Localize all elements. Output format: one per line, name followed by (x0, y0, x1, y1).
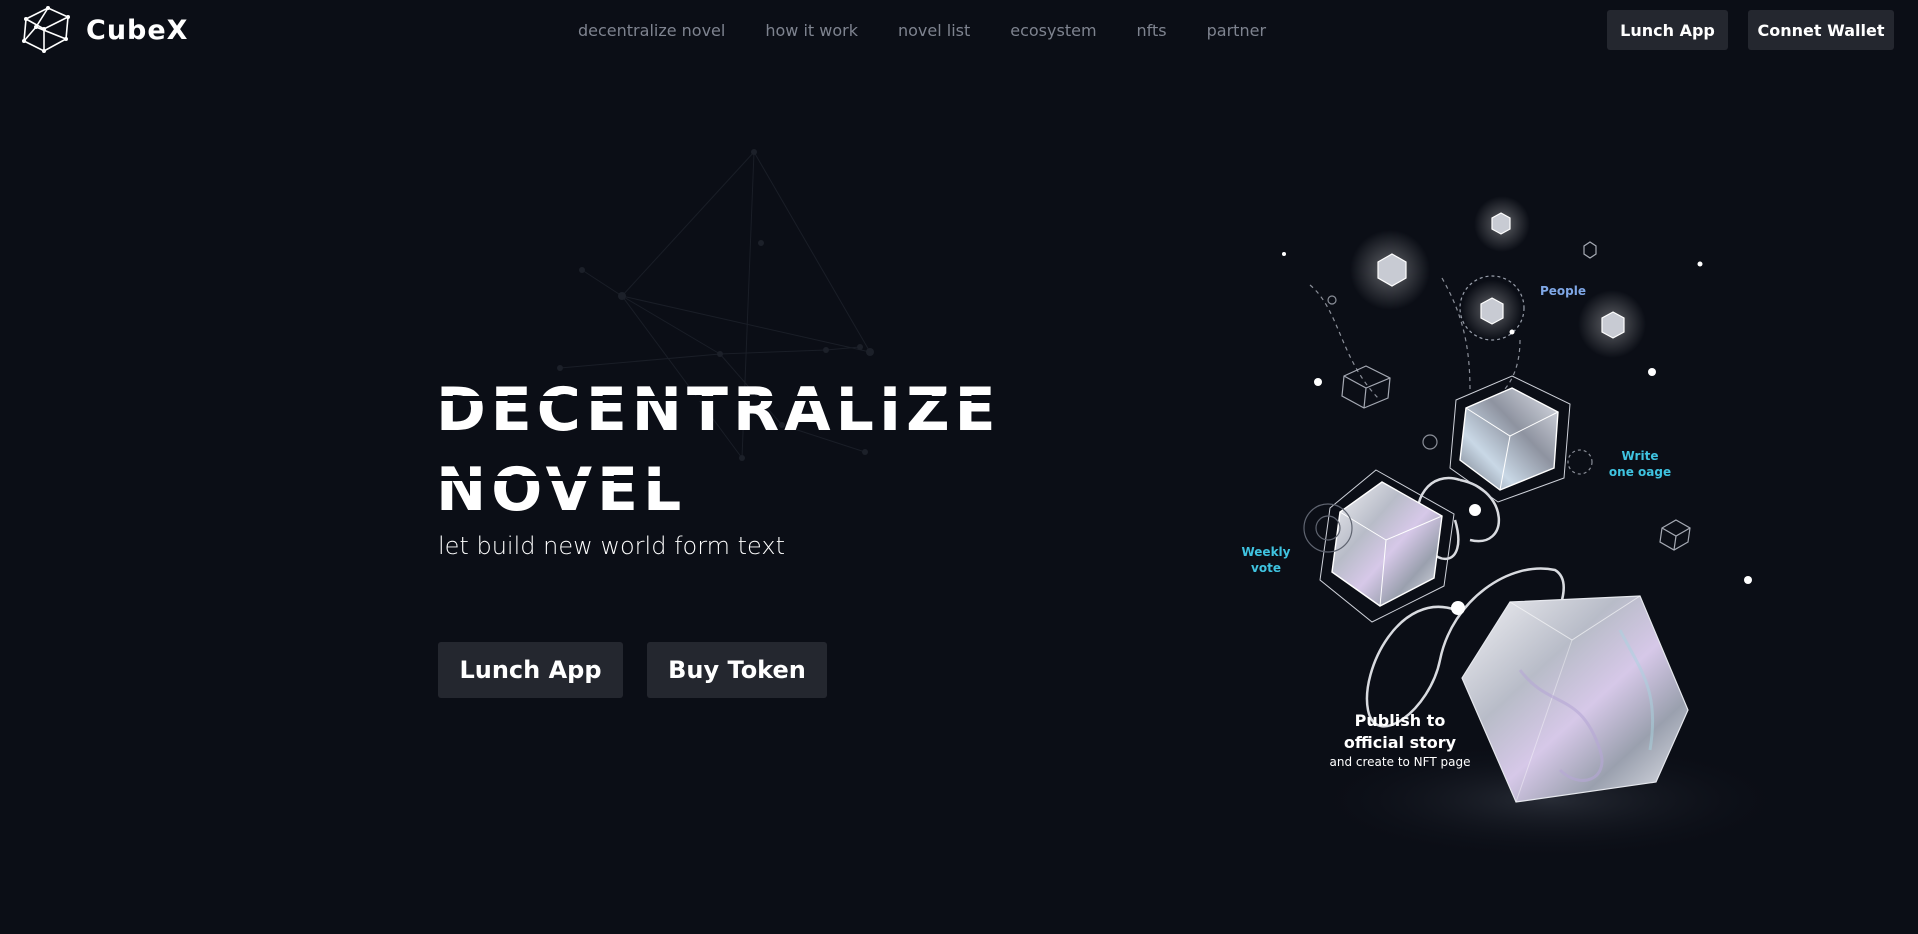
hero-title-line-1: DECENTRALIZE (436, 370, 1001, 450)
nav-link-novel-list[interactable]: novel list (898, 21, 970, 40)
publish-label-line-1: Publish to (1354, 711, 1446, 730)
navbar: CubeX decentralize novel how it work nov… (0, 0, 1918, 62)
hero-launch-app-button[interactable]: Lunch App (438, 642, 623, 698)
nav-links: decentralize novel how it work novel lis… (578, 21, 1266, 40)
vote-label-line-2: vote (1251, 561, 1281, 575)
hero-illustration: People Write one oage Weekly vote Publis… (1220, 190, 1790, 910)
publish-label-line-2: official story (1343, 733, 1457, 752)
cube-network-illustration (1282, 196, 1790, 860)
write-label: Write one oage (1608, 448, 1672, 480)
publish-label-line-3: and create to NFT page (1329, 755, 1471, 769)
nav-link-nfts[interactable]: nfts (1137, 21, 1167, 40)
vote-label: Weekly vote (1238, 544, 1294, 576)
nav-link-ecosystem[interactable]: ecosystem (1010, 21, 1096, 40)
hero-subtitle: let build new world form text (438, 532, 786, 560)
connect-wallet-button[interactable]: Connet Wallet (1748, 10, 1894, 50)
hero-title: DECENTRALIZE NOVEL (436, 370, 1001, 530)
logo[interactable]: CubeX (20, 5, 189, 55)
nav-link-partner[interactable]: partner (1207, 21, 1266, 40)
publish-label: Publish to official story and create to … (1300, 710, 1500, 770)
nav-link-decentralize-novel[interactable]: decentralize novel (578, 21, 725, 40)
cube-wireframe-icon (22, 6, 70, 53)
brand-name: CubeX (86, 14, 189, 46)
vote-label-line-1: Weekly (1241, 545, 1291, 559)
write-label-line-2: one oage (1608, 465, 1672, 479)
nav-launch-app-button[interactable]: Lunch App (1607, 10, 1728, 50)
nav-link-how-it-work[interactable]: how it work (765, 21, 858, 40)
hero-title-line-2: NOVEL (436, 450, 1001, 530)
write-label-line-1: Write (1621, 449, 1659, 463)
people-label: People (1540, 284, 1587, 298)
buy-token-button[interactable]: Buy Token (647, 642, 827, 698)
